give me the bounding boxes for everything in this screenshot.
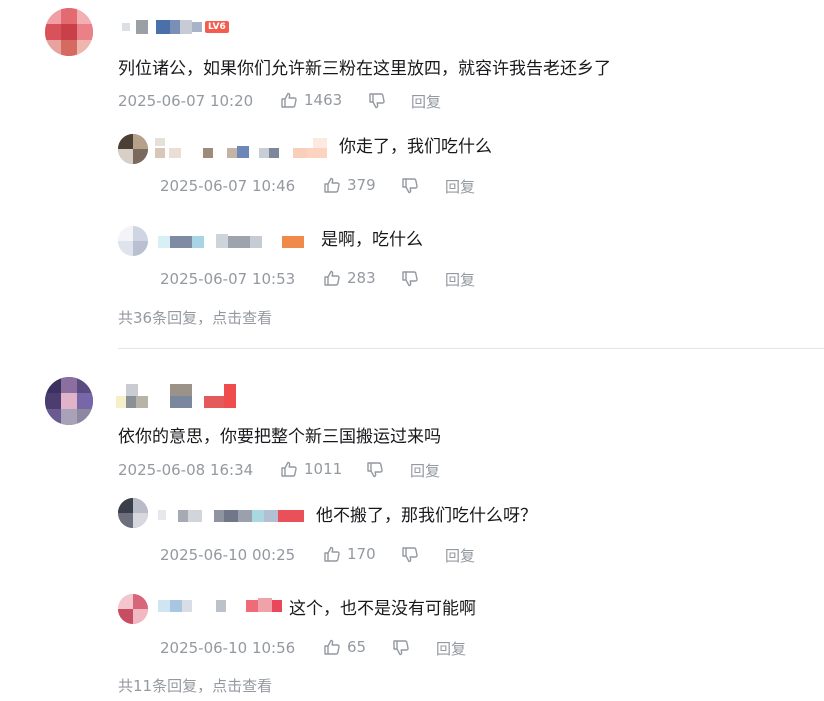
thumb-up-icon [323, 176, 341, 194]
reply-time: 2025-06-07 10:46 [160, 177, 296, 195]
view-more-replies[interactable]: 共11条回复，点击查看 [118, 676, 272, 696]
thumb-down-icon [401, 546, 419, 564]
avatar[interactable] [118, 134, 148, 164]
reply-text: 他不搬了，那我们吃什么呀？ [316, 506, 537, 526]
thumb-up-icon [280, 91, 298, 109]
reply-button[interactable]: 回复 [411, 92, 441, 112]
reply-text: 是啊，吃什么 [321, 230, 423, 250]
reply-button[interactable]: 回复 [436, 639, 466, 659]
thumb-up-icon [323, 269, 341, 287]
like-count: 1463 [304, 91, 343, 109]
dislike-button[interactable] [401, 545, 419, 565]
username[interactable] [158, 508, 306, 522]
avatar[interactable] [118, 498, 148, 528]
thumb-up-icon [323, 638, 341, 656]
avatar[interactable] [45, 8, 93, 56]
reply-button[interactable]: 回复 [445, 546, 475, 566]
reply-text: 这个，也不是没有可能啊 [289, 599, 476, 619]
thumb-down-icon [366, 461, 384, 479]
reply-button[interactable]: 回复 [445, 177, 475, 197]
reply-text: 你走了，我们吃什么 [339, 137, 492, 157]
reply-time: 2025-06-10 00:25 [160, 546, 296, 564]
reply-time: 2025-06-07 10:53 [160, 270, 296, 288]
username[interactable] [155, 138, 333, 158]
like-count: 379 [347, 176, 376, 194]
dislike-button[interactable] [401, 269, 419, 289]
reply-button[interactable]: 回复 [445, 270, 475, 290]
level-badge: LV6 [205, 21, 229, 33]
dislike-button[interactable] [401, 176, 419, 196]
thumb-up-icon [323, 545, 341, 563]
thumb-down-icon [401, 177, 419, 195]
like-count: 170 [347, 545, 376, 563]
thumb-up-icon [280, 460, 298, 478]
avatar[interactable] [45, 377, 93, 425]
dislike-button[interactable] [368, 91, 386, 111]
dislike-button[interactable] [366, 460, 384, 480]
divider [118, 348, 824, 349]
like-button[interactable]: 1463 [280, 90, 342, 110]
like-button[interactable]: 65 [323, 637, 366, 657]
reply-time: 2025-06-10 10:56 [160, 639, 296, 657]
thumb-down-icon [368, 92, 386, 110]
reply-button[interactable]: 回复 [410, 461, 440, 481]
thumb-down-icon [401, 270, 419, 288]
like-count: 283 [347, 269, 376, 287]
avatar[interactable] [118, 594, 148, 624]
avatar[interactable] [118, 226, 148, 256]
username[interactable] [158, 598, 284, 612]
comment-time: 2025-06-08 16:34 [118, 461, 254, 479]
dislike-button[interactable] [392, 638, 410, 658]
view-more-replies[interactable]: 共36条回复，点击查看 [118, 308, 272, 328]
username[interactable] [116, 382, 238, 408]
like-count: 1011 [304, 460, 343, 478]
comment-text: 依你的意思，你要把整个新三国搬运过来吗 [118, 427, 441, 447]
thumb-down-icon [392, 639, 410, 657]
username[interactable] [122, 20, 204, 34]
username[interactable] [158, 234, 308, 248]
comment-text: 列位诸公，如果你们允许新三粉在这里放四，就容许我告老还乡了 [118, 59, 611, 79]
like-button[interactable]: 379 [323, 175, 376, 195]
like-button[interactable]: 283 [323, 268, 376, 288]
like-button[interactable]: 1011 [280, 459, 342, 479]
like-button[interactable]: 170 [323, 544, 376, 564]
like-count: 65 [347, 638, 367, 656]
comment-time: 2025-06-07 10:20 [118, 92, 254, 110]
